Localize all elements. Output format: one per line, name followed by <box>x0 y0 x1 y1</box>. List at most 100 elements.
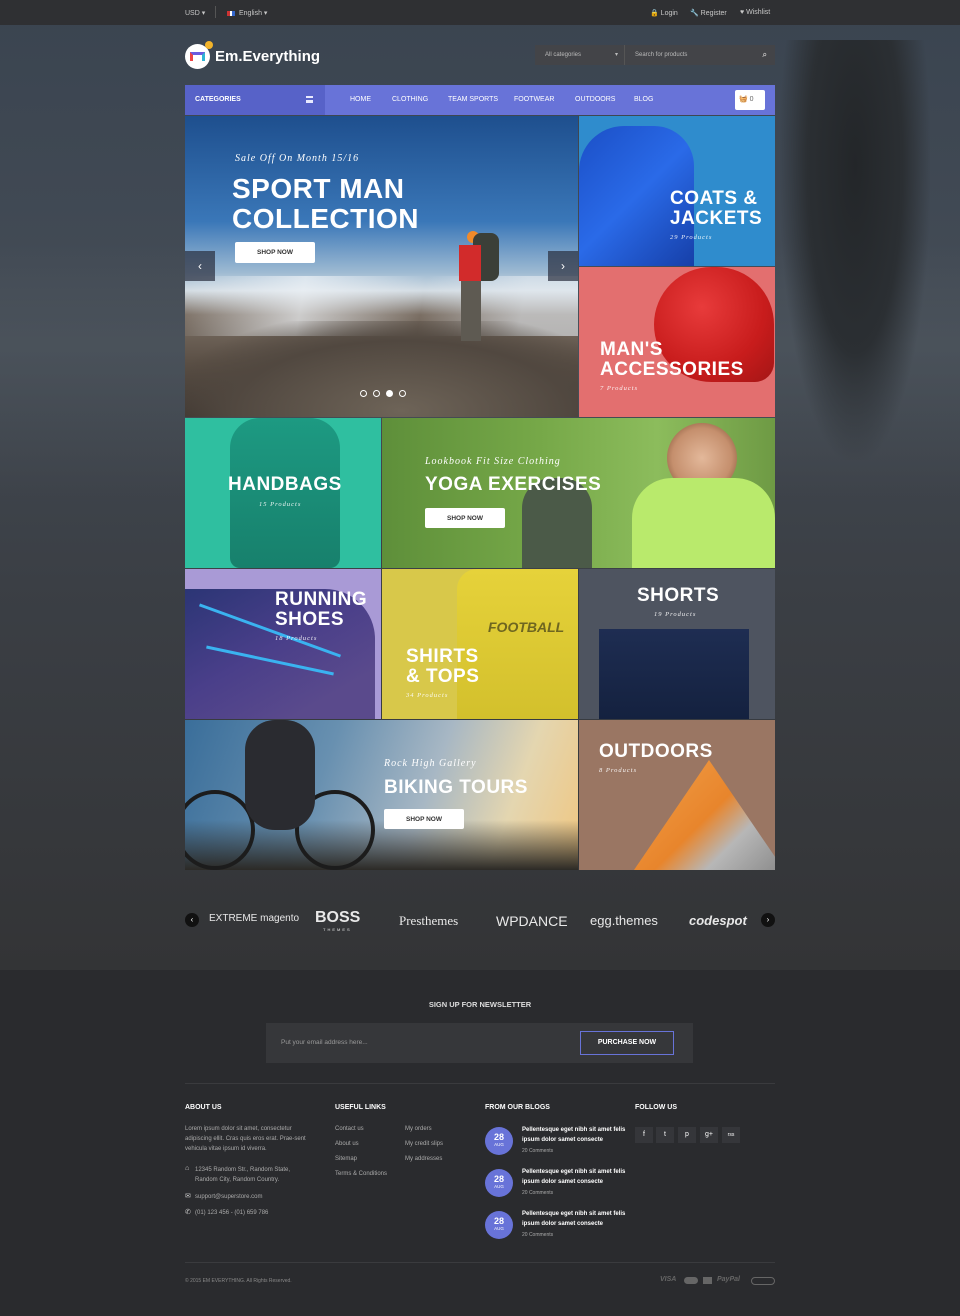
tile-title: YOGA EXERCISES <box>425 474 602 495</box>
about-text: Lorem ipsum dolor sit amet, consectetur … <box>185 1126 306 1152</box>
tile-title: ACCESSORIES <box>600 359 744 380</box>
phone-icon: ✆ <box>185 1209 191 1216</box>
tshirt-print: FOOTBALL <box>488 619 565 635</box>
tile-title: SHIRTS <box>406 646 479 667</box>
tile-title: BIKING TOURS <box>384 777 528 798</box>
brand-logo[interactable]: egg.themes <box>590 913 658 928</box>
footer-link[interactable]: Terms & Conditions <box>335 1169 387 1179</box>
tile-coats-jackets[interactable]: COATS & JACKETS 29 Products <box>579 116 775 266</box>
brands-prev-button[interactable]: ‹ <box>185 913 199 927</box>
tile-count: 15 Products <box>259 501 302 508</box>
brand-logo[interactable]: EXTREME magento <box>209 913 299 924</box>
facebook-icon[interactable]: f <box>635 1127 653 1143</box>
category-select[interactable]: All categories <box>535 45 625 65</box>
tile-count: 29 Products <box>670 234 713 241</box>
nav-home[interactable]: HOME <box>350 96 371 103</box>
search-input[interactable]: Search for products ⌕ <box>625 45 775 65</box>
tile-title: JACKETS <box>670 208 763 229</box>
footer-link[interactable]: Sitemap <box>335 1154 357 1164</box>
slider-dot[interactable] <box>399 390 406 397</box>
about-phone: (01) 123 456 - (01) 659 786 <box>195 1210 269 1216</box>
background-hiker <box>780 40 930 460</box>
slider-dot[interactable] <box>360 390 367 397</box>
hero-shop-now-button[interactable]: SHOP NOW <box>235 242 315 263</box>
site-logo[interactable]: Em.Everything <box>185 40 320 69</box>
twitter-icon[interactable]: t <box>656 1127 674 1143</box>
footer-link[interactable]: My addresses <box>405 1154 442 1164</box>
blog-post-link[interactable]: Pellentesque eget nibh sit amet felis ip… <box>522 1125 632 1145</box>
login-link[interactable]: 🔒 Login <box>650 9 678 17</box>
tile-outdoors[interactable]: OUTDOORS 8 Products <box>579 720 775 870</box>
categories-menu-button[interactable]: CATEGORIES <box>185 85 325 115</box>
tile-biking-tours[interactable]: Rock High Gallery BIKING TOURS SHOP NOW <box>185 720 578 870</box>
about-title: ABOUT US <box>185 1104 222 1111</box>
menu-icon <box>306 96 313 103</box>
nav-footwear[interactable]: FOOTWEAR <box>514 96 554 103</box>
slider-prev-button[interactable]: ‹ <box>185 251 215 281</box>
nav-clothing[interactable]: CLOTHING <box>392 96 428 103</box>
tile-yoga-exercises[interactable]: Lookbook Fit Size Clothing YOGA EXERCISE… <box>382 418 775 568</box>
brand-carousel: ‹ EXTREME magento BOSS THEMES Presthemes… <box>185 905 775 935</box>
blog-post-link[interactable]: Pellentesque eget nibh sit amet felis ip… <box>522 1167 632 1187</box>
currency-selector[interactable]: USD ▾ <box>185 9 205 17</box>
blog-date-badge: 28 AUG <box>485 1127 513 1155</box>
home-icon: ⌂ <box>185 1165 190 1172</box>
rider-figure <box>245 720 315 830</box>
hero-title-line1: SPORT MAN <box>232 173 405 204</box>
footer-link[interactable]: About us <box>335 1139 359 1149</box>
brand-logo[interactable]: Presthemes <box>399 913 458 929</box>
biking-shop-now-button[interactable]: SHOP NOW <box>384 809 464 829</box>
blog-date-badge: 28 AUG <box>485 1169 513 1197</box>
blog-date-badge: 28 AUG <box>485 1211 513 1239</box>
about-email[interactable]: support@superstore.com <box>195 1192 262 1202</box>
tile-running-shoes[interactable]: RUNNING SHOES 18 Products <box>185 569 381 719</box>
tile-shirts-tops[interactable]: FOOTBALL SHIRTS & TOPS 34 Products <box>382 569 578 719</box>
main-nav: CATEGORIES HOME CLOTHING TEAM SPORTS FOO… <box>185 85 775 115</box>
tile-handbags[interactable]: HANDBAGS 15 Products <box>185 418 381 568</box>
newsletter-email-input[interactable]: Put your email address here... <box>281 1039 368 1046</box>
pinterest-icon[interactable]: p <box>678 1127 696 1143</box>
tshirt-image <box>457 569 578 719</box>
yoga-shop-now-button[interactable]: SHOP NOW <box>425 508 505 528</box>
slider-dot[interactable] <box>386 390 393 397</box>
footer-link[interactable]: My credit slips <box>405 1139 443 1149</box>
footer-link[interactable]: Contact us <box>335 1124 364 1134</box>
search-bar: All categories Search for products⌕ <box>535 45 775 65</box>
nav-blog[interactable]: BLOG <box>634 96 653 103</box>
language-selector[interactable]: English ▾ <box>227 9 267 17</box>
slider-next-button[interactable]: › <box>548 251 578 281</box>
tile-title: MAN'S <box>600 339 663 360</box>
slider-dot[interactable] <box>373 390 380 397</box>
tile-title: RUNNING <box>275 589 368 610</box>
brand-logo[interactable]: BOSS <box>315 909 360 927</box>
copyright: © 2015 EM EVERYTHING. All Rights Reserve… <box>185 1278 292 1284</box>
search-icon[interactable]: ⌕ <box>763 50 767 60</box>
blog-post-link[interactable]: Pellentesque eget nibh sit amet felis ip… <box>522 1209 632 1229</box>
newsletter-submit-button[interactable]: PURCHASE NOW <box>580 1031 674 1055</box>
card-icon <box>703 1277 712 1284</box>
tile-title: & TOPS <box>406 666 480 687</box>
tile-title: HANDBAGS <box>228 474 342 495</box>
cart-button[interactable]: 🧺 0 <box>735 90 765 110</box>
brand-logo[interactable]: WPDANCE <box>496 913 568 929</box>
tile-count: 18 Products <box>275 635 318 642</box>
rss-icon[interactable]: rss <box>722 1127 740 1143</box>
tile-shorts[interactable]: SHORTS 19 Products <box>579 569 775 719</box>
divider <box>215 6 216 18</box>
footer-link[interactable]: My orders <box>405 1124 432 1134</box>
nav-team-sports[interactable]: TEAM SPORTS <box>448 96 498 103</box>
brands-next-button[interactable]: › <box>761 913 775 927</box>
tile-title: SHORTS <box>637 585 720 606</box>
register-link[interactable]: 🔧 Register <box>690 9 727 17</box>
tile-mans-accessories[interactable]: MAN'S ACCESSORIES 7 Products <box>579 267 775 417</box>
top-bar: USD ▾ English ▾ 🔒 Login 🔧 Register ♥ Wis… <box>0 0 960 25</box>
hero-slider[interactable]: Sale Off On Month 15/16 SPORT MAN COLLEC… <box>185 116 578 417</box>
brand-logo[interactable]: codespot <box>689 913 747 928</box>
slider-dots <box>360 390 406 397</box>
nav-outdoors[interactable]: OUTDOORS <box>575 96 615 103</box>
wishlist-link[interactable]: ♥ Wishlist <box>740 9 770 16</box>
google-plus-icon[interactable]: g+ <box>700 1127 718 1143</box>
rocky-ridge <box>185 321 578 417</box>
useful-links-title: USEFUL LINKS <box>335 1104 386 1111</box>
tile-subtitle: Lookbook Fit Size Clothing <box>425 456 561 467</box>
